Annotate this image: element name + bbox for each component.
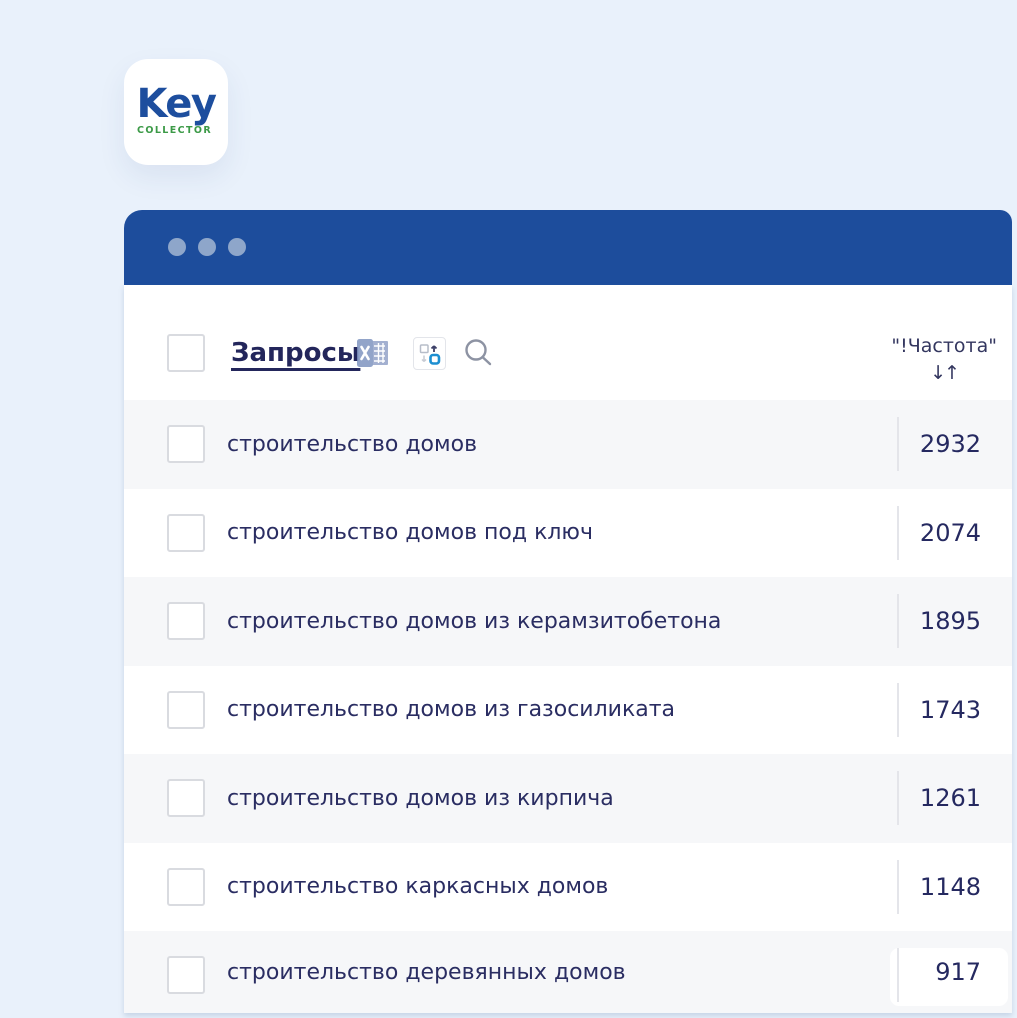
frequency-column-label[interactable]: "!Частота": [891, 335, 997, 357]
column-divider: [897, 417, 899, 471]
frequency-value: 917: [935, 958, 981, 986]
query-text: строительство каркасных домов: [227, 874, 609, 900]
column-divider: [897, 771, 899, 825]
row-checkbox[interactable]: [167, 779, 205, 817]
frequency-value: 1148: [919, 872, 981, 901]
window-dot-icon: [168, 238, 186, 256]
table-row: строительство домов из газосиликата 1743: [124, 666, 1012, 755]
query-text: строительство домов из кирпича: [227, 785, 614, 811]
transfer-phrases-icon[interactable]: [413, 337, 446, 370]
query-text: строительство домов под ключ: [227, 520, 593, 546]
logo-title: Key: [136, 81, 218, 127]
frequency-value: 1261: [919, 784, 981, 813]
frequency-value: 2074: [919, 518, 981, 547]
query-text: строительство деревянных домов: [227, 959, 626, 985]
query-text: строительство домов из керамзитобетона: [227, 608, 722, 634]
row-checkbox[interactable]: [167, 513, 205, 552]
window-titlebar: [124, 210, 1012, 285]
logo-subtitle: COLLECTOR: [137, 125, 213, 136]
window-body: Запросы "!Частота" ↓↑ строительство домо…: [124, 285, 1012, 1013]
search-icon[interactable]: [462, 337, 494, 369]
column-divider: [897, 594, 899, 648]
table-row: строительство домов 2932: [124, 400, 1012, 489]
queries-column-header[interactable]: Запросы: [231, 338, 360, 368]
frequency-column-header[interactable]: "!Частота" ↓↑: [891, 335, 997, 384]
table-row: строительство домов под ключ 2074: [124, 489, 1012, 578]
frequency-value: 1743: [919, 695, 981, 724]
column-divider: [897, 505, 899, 560]
window-dot-icon: [228, 238, 246, 256]
table-row: строительство каркасных домов 1148: [124, 843, 1012, 932]
column-divider: [897, 682, 899, 737]
query-text: строительство домов: [227, 431, 478, 457]
query-text: строительство домов из газосиликата: [227, 697, 676, 723]
table-row: строительство деревянных домов 917: [124, 931, 1012, 1013]
frequency-value: 1895: [919, 607, 981, 636]
app-logo: Key COLLECTOR: [124, 59, 228, 165]
row-checkbox[interactable]: [167, 602, 205, 640]
column-divider: [897, 859, 899, 914]
select-all-checkbox[interactable]: [167, 334, 205, 372]
table-row: строительство домов из кирпича 1261: [124, 754, 1012, 843]
sort-icon[interactable]: ↓↑: [891, 362, 997, 384]
excel-export-icon[interactable]: [354, 336, 392, 370]
window-dot-icon: [198, 238, 216, 256]
window-dots: [168, 238, 246, 256]
column-divider: [897, 948, 899, 1002]
row-checkbox[interactable]: [167, 867, 205, 906]
row-checkbox[interactable]: [167, 956, 205, 994]
row-checkbox[interactable]: [167, 425, 205, 463]
page: Key COLLECTOR Запросы "!Частота" ↓↑ стро…: [0, 0, 1017, 1018]
row-checkbox[interactable]: [167, 690, 205, 729]
table-row: строительство домов из керамзитобетона 1…: [124, 577, 1012, 666]
frequency-value: 2932: [919, 430, 981, 459]
